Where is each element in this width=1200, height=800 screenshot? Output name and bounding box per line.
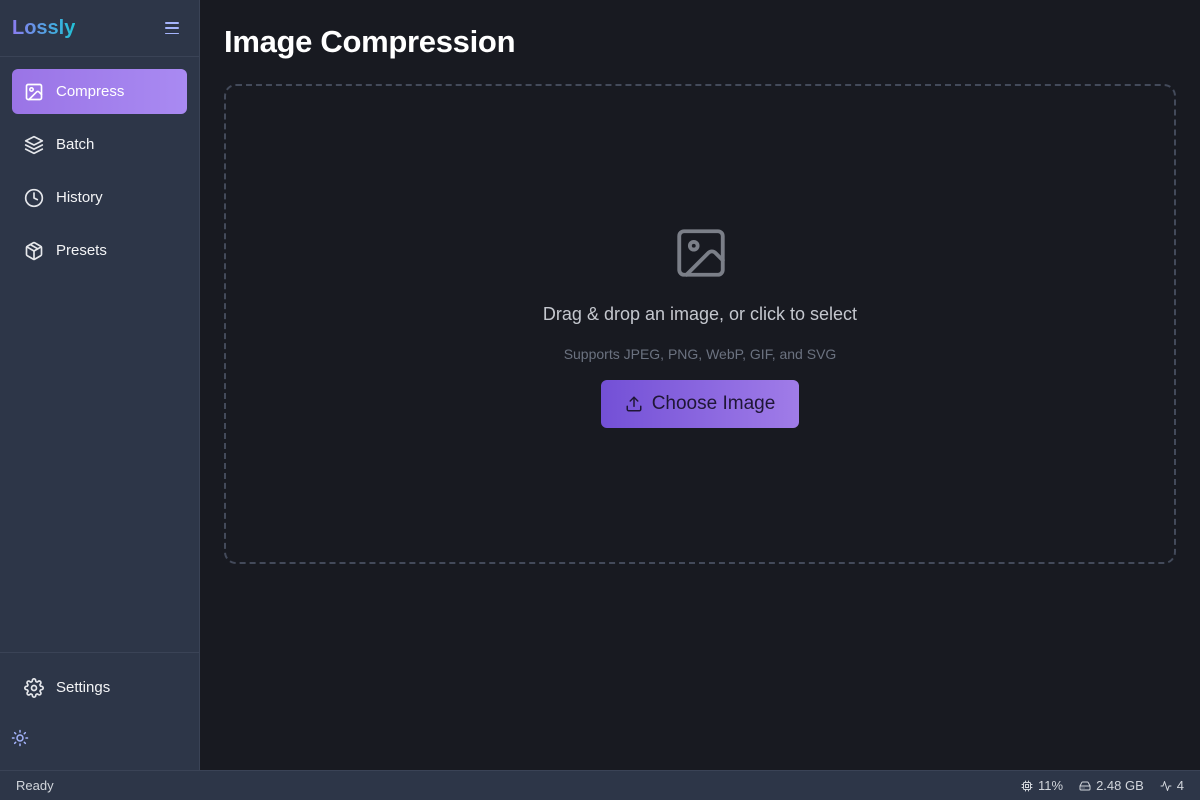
memory-stat: 2.48 GB: [1079, 778, 1144, 793]
status-text: Ready: [16, 778, 54, 793]
layers-icon: [24, 135, 44, 154]
sidebar-header: Lossly: [0, 0, 199, 57]
sidebar-footer: Settings: [0, 652, 199, 770]
app-logo: Lossly: [12, 16, 76, 39]
sidebar-item-label: History: [56, 189, 103, 206]
dropzone-title: Drag & drop an image, or click to select: [542, 304, 858, 324]
activity-icon: [1160, 780, 1172, 791]
cpu-icon: [1021, 780, 1033, 791]
sun-icon[interactable]: [11, 729, 29, 747]
tasks-value: 4: [1176, 778, 1184, 793]
box-icon: [25, 241, 43, 260]
sidebar-item-history[interactable]: History: [12, 175, 187, 220]
image-icon: [25, 83, 43, 100]
page-title: Image Compression: [224, 24, 516, 59]
sidebar-nav: Compress Batch History Presets: [0, 57, 199, 273]
sidebar-item-presets[interactable]: Presets: [12, 228, 187, 273]
settings-label: Settings: [56, 679, 111, 696]
gear-icon: [24, 677, 44, 698]
memory-value: 2.48 GB: [1096, 778, 1144, 793]
sidebar-item-label: Compress: [56, 83, 125, 100]
sidebar-item-label: Batch: [56, 136, 95, 153]
image-placeholder-icon: [677, 229, 725, 277]
clock-icon: [24, 188, 44, 207]
sidebar: Lossly Compress Batch History Presets Se…: [0, 0, 200, 770]
sidebar-item-batch[interactable]: Batch: [12, 122, 187, 167]
status-bar: Ready 11% 2.48 GB 4: [0, 770, 1200, 800]
cpu-stat: 11%: [1021, 778, 1063, 793]
main-content: Image Compression Drag & drop an image, …: [200, 0, 1200, 770]
sidebar-item-settings[interactable]: Settings: [12, 665, 187, 710]
image-dropzone[interactable]: Drag & drop an image, or click to select…: [224, 84, 1176, 564]
drive-icon: [1079, 781, 1091, 790]
upload-icon: [626, 396, 642, 412]
choose-image-button[interactable]: Choose Image: [601, 380, 799, 428]
menu-icon[interactable]: [165, 22, 179, 34]
dropzone-subtitle: Supports JPEG, PNG, WebP, GIF, and SVG: [563, 346, 837, 362]
status-metrics: 11% 2.48 GB 4: [1021, 778, 1184, 793]
choose-image-label: Choose Image: [651, 393, 776, 414]
cpu-value: 11%: [1038, 778, 1064, 793]
sidebar-item-compress[interactable]: Compress: [12, 69, 187, 114]
tasks-stat: 4: [1160, 778, 1184, 793]
sidebar-item-label: Presets: [56, 242, 107, 259]
